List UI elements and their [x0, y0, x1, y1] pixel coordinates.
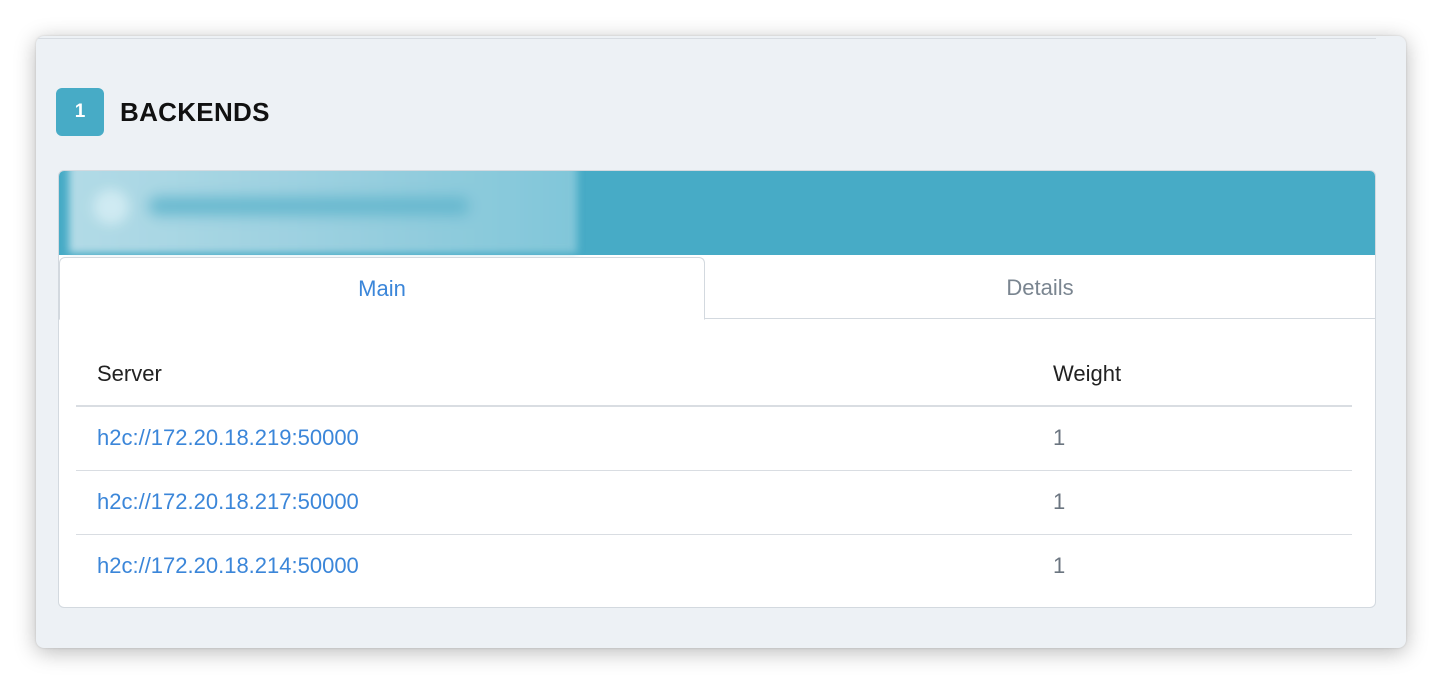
tab-details[interactable]: Details: [705, 257, 1375, 319]
weight-value: 1: [1053, 425, 1066, 450]
section-title: BACKENDS: [120, 96, 270, 127]
backend-card: Main Details Server Weight h2c://172.20.…: [58, 170, 1376, 608]
column-header-weight: Weight: [1053, 361, 1122, 386]
redacted-status-icon: [93, 189, 129, 225]
table-row: h2c://172.20.18.214:50000 1: [76, 535, 1352, 598]
server-link[interactable]: h2c://172.20.18.219:50000: [97, 425, 359, 451]
table-row: h2c://172.20.18.217:50000 1: [76, 471, 1352, 535]
backends-panel: 1 BACKENDS Main Details Server Weight h2…: [36, 36, 1406, 648]
section-number-badge: 1: [56, 88, 104, 136]
column-header-server: Server: [97, 361, 162, 386]
tab-main[interactable]: Main: [59, 257, 705, 320]
redacted-service-name: [69, 171, 577, 253]
server-link[interactable]: h2c://172.20.18.214:50000: [97, 553, 359, 579]
table-header: Server Weight: [76, 339, 1352, 407]
redacted-text: [149, 197, 469, 215]
weight-value: 1: [1053, 489, 1066, 514]
servers-table: Server Weight h2c://172.20.18.219:50000 …: [76, 339, 1352, 598]
table-row: h2c://172.20.18.219:50000 1: [76, 407, 1352, 471]
tab-bar: Main Details: [59, 257, 1375, 320]
section-header: 1 BACKENDS: [56, 88, 270, 136]
divider: [36, 38, 1376, 39]
server-link[interactable]: h2c://172.20.18.217:50000: [97, 489, 359, 515]
card-header: [59, 171, 1375, 255]
weight-value: 1: [1053, 553, 1066, 578]
